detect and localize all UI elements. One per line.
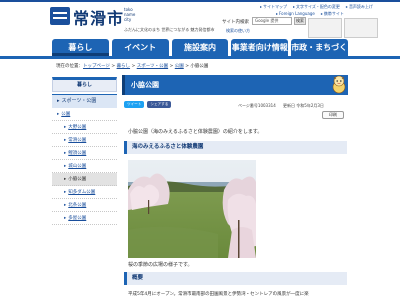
sidebar-category[interactable]: スポーツ・公園 [52,94,117,108]
sidebar-item-parks[interactable]: 公園 [52,108,117,121]
nav-item-business[interactable]: 事業者向け情報 [231,39,289,56]
breadcrumb-living[interactable]: 暮らし [117,64,131,69]
nav-item-events[interactable]: イベント [111,39,169,56]
main-content: 小脇公園 [122,75,348,95]
nav-underline [0,56,400,59]
text-size-link[interactable]: 文字サイズ・配色の変更 [293,4,340,10]
breadcrumb-current: 小脇公園 [190,64,209,69]
sitemap-link[interactable]: サイトマップ [260,4,287,10]
overview-text: 平成5年4月にオープン。常滑市最南部の田園風景と伊勢湾・セントレアの風景が一度に… [128,292,309,297]
search-help-link[interactable]: 検索の使い方 [226,28,250,34]
page-meta: ページ番号1003314 更新日 令和5年2月3日 [238,103,324,109]
breadcrumb: 現在の位置：トップページ > 暮らし > スポーツ・公園 > 公園 > 小脇公園 [56,63,208,69]
breadcrumb-separator: > [130,64,137,69]
sidebar-item-tokoname-park[interactable]: 常滑公園 [52,134,117,147]
section-heading-farm: 海のみえるふるさと体験農園 [124,141,347,154]
updated-date: 更新日 令和5年2月3日 [283,103,324,108]
nav-item-facilities[interactable]: 施設案内 [171,39,229,56]
page-number: ページ番号1003314 [238,103,276,108]
site-tagline: ふだんに文化のまち 世界につながる 魅力発信都市 [124,27,215,32]
breadcrumb-parks[interactable]: 公園 [175,64,184,69]
nav-item-living[interactable]: 暮らし [52,39,109,56]
global-nav: 暮らし イベント 施設案内 事業者向け情報 市政・まちづくり [52,39,348,56]
breadcrumb-separator: > [168,64,175,69]
section-heading-overview: 概要 [124,272,347,285]
sidebar-item-ono-park[interactable]: 大野公園 [52,121,117,134]
header-top-line [0,0,400,2]
search-label: サイト内検索 [222,20,249,25]
site-name[interactable]: 常滑市 [73,5,124,29]
print-button[interactable]: 印刷 [322,111,344,119]
intro-text: 小脇公園（海のみえるふるさと体験農園）の紹介をします。 [128,129,263,135]
tweet-button[interactable]: ツイート [124,101,145,108]
search-input[interactable]: Google 提供 [252,17,292,25]
header-banner-group [308,18,378,38]
page-title: 小脇公園 [122,75,348,95]
breadcrumb-prefix: 現在の位置： [56,64,83,69]
share-buttons: ツイート シェアする [124,101,172,108]
sidebar-item-hojo-park[interactable]: 北条公園 [52,199,117,212]
nav-item-city-policy[interactable]: 市政・まちづくり [291,39,348,56]
breadcrumb-separator: > [109,64,117,69]
header-banner-1[interactable] [308,18,342,38]
sidebar-item-chita-dam-park[interactable]: 知多ダム公園 [52,186,117,199]
park-photo [128,160,256,258]
site-romaji: toko name city [124,7,136,22]
header-banner-2[interactable] [344,18,378,38]
photo-caption: 桜の季節の広場の様子です。 [128,262,193,268]
sidebar-heading: 暮らし [52,77,117,92]
sidebar-item-taya-park[interactable]: 多屋公園 [52,212,117,225]
sidebar-item-kowaki-park: 小脇公園 [52,173,117,186]
utility-links: サイトマップ 文字サイズ・配色の変更 音声読み上げ [260,4,373,10]
breadcrumb-home[interactable]: トップページ [83,64,110,69]
facebook-share-button[interactable]: シェアする [147,101,172,108]
mascot-icon [332,75,346,94]
read-aloud-link[interactable]: 音声読み上げ [346,4,373,10]
sidebar-item-shiroyama-park[interactable]: 城山公園 [52,160,117,173]
sidebar-item-koisu-park[interactable]: 鯉須公園 [52,147,117,160]
mobile-site-link[interactable]: 携帯サイト [321,11,344,17]
breadcrumb-sports-parks[interactable]: スポーツ・公園 [137,64,168,69]
search-button[interactable]: 検索 [294,17,306,25]
city-logo-icon[interactable] [50,7,70,25]
sidebar: 暮らし スポーツ・公園 公園 大野公園 常滑公園 鯉須公園 城山公園 小脇公園 … [52,77,117,225]
